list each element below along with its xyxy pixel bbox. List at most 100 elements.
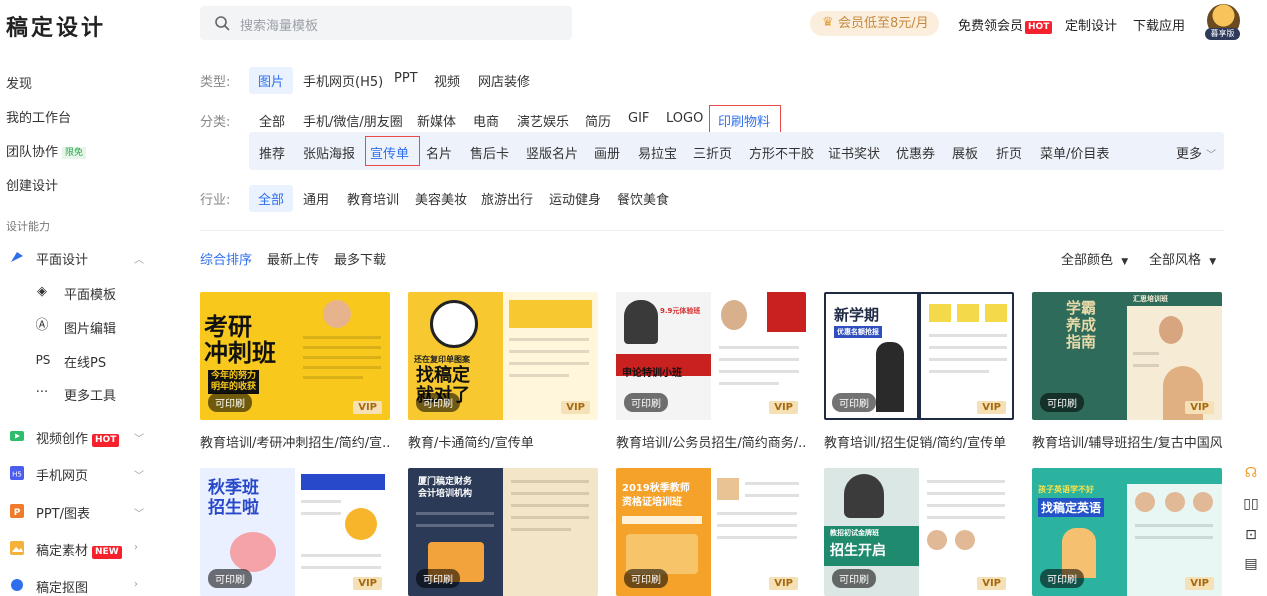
template-card[interactable]: 2019秋季教师 资格证培训班 可印刷 VIP (616, 468, 806, 596)
template-card[interactable]: 厦门稿定财务 会计培训机构 可印刷 (408, 468, 598, 596)
chat-icon[interactable]: ▤ (1238, 551, 1264, 577)
category-option[interactable]: 简历 (585, 111, 611, 130)
category-option[interactable]: 全部 (259, 111, 285, 130)
printable-badge: 可印刷 (208, 569, 252, 588)
industry-option[interactable]: 教育培训 (347, 189, 399, 208)
ppt-icon: P (10, 504, 24, 518)
subcategory-option[interactable]: 证书奖状 (828, 143, 880, 162)
template-title[interactable]: 教育培训/辅导班招生/复古中国风... (1032, 432, 1222, 451)
subcategory-option[interactable]: 名片 (426, 143, 452, 162)
printable-badge: 可印刷 (1040, 569, 1084, 588)
subcategory-option[interactable]: 竖版名片 (526, 143, 578, 162)
card-subline: 汇思培训班 (1133, 295, 1168, 303)
template-card[interactable]: 考研 冲刺班 今年的努力 明年的收获 可印刷 VIP (200, 292, 390, 420)
subcategory-option[interactable]: 画册 (594, 143, 620, 162)
sidebar-section-title: 设计能力 (6, 220, 50, 233)
industry-option[interactable]: 通用 (303, 189, 329, 208)
sidebar-item-team[interactable]: 团队协作 限免 (6, 141, 87, 160)
subcategory-option[interactable]: 方形不干胶 (749, 143, 814, 162)
industry-option[interactable]: 旅游出行 (481, 189, 533, 208)
template-card[interactable]: 学霸 养成 指南 汇思培训班 可印刷 VIP (1032, 292, 1222, 420)
assets-icon (10, 541, 24, 555)
search-bar[interactable]: 搜索海量模板 (200, 6, 572, 40)
book-icon[interactable]: ▯▯ (1238, 491, 1264, 517)
category-option[interactable]: LOGO (666, 111, 703, 126)
template-card[interactable]: 孩子英语学不好 找稿定英语 可印刷 VIP (1032, 468, 1222, 596)
template-card[interactable]: 9.9元体验班 申论特训小班 可印刷 VIP (616, 292, 806, 420)
card-headline: 2019秋季教师 资格证培训班 (622, 483, 690, 508)
subcategory-option[interactable]: 易拉宝 (638, 143, 677, 162)
industry-option[interactable]: 运动健身 (549, 189, 601, 208)
type-option-shop[interactable]: 网店装修 (478, 71, 530, 90)
type-option-video[interactable]: 视频 (434, 71, 460, 90)
template-title[interactable]: 教育培训/招生促销/简约/宣传单 (824, 432, 1014, 451)
sidebar-item-discover[interactable]: 发现 (6, 73, 32, 92)
category-option[interactable]: 新媒体 (417, 111, 456, 130)
sidebar-item-create[interactable]: 创建设计 (6, 175, 58, 194)
feedback-icon[interactable]: ⊡ (1238, 522, 1264, 548)
vip-badge: VIP (1185, 401, 1214, 414)
vip-badge: VIP (353, 401, 382, 414)
cutout-icon (11, 579, 23, 591)
category-option[interactable]: 电商 (473, 111, 499, 130)
type-filter-label: 类型: (200, 75, 231, 90)
sub-label: 图片编辑 (64, 322, 117, 337)
subcategory-option[interactable]: 展板 (952, 143, 978, 162)
printable-badge: 可印刷 (832, 393, 876, 412)
sidebar-group-label: PPT/图表 (36, 507, 90, 522)
image-edit-icon: Ⓐ (35, 318, 49, 333)
subcategory-option[interactable]: 售后卡 (470, 143, 509, 162)
type-option-ppt[interactable]: PPT (394, 71, 418, 86)
industry-option-all[interactable]: 全部 (249, 185, 294, 212)
industry-option[interactable]: 餐饮美食 (617, 189, 669, 208)
chevron-right-icon: › (134, 579, 138, 590)
more-subcategories-button[interactable]: 更多 ﹀ (1176, 143, 1216, 162)
sort-newest[interactable]: 最新上传 (267, 249, 319, 268)
template-title[interactable]: 教育培训/公务员招生/简约商务/... (616, 432, 806, 451)
highlight-box (365, 136, 420, 166)
vip-badge: VIP (977, 577, 1006, 590)
subcategory-option[interactable]: 三折页 (693, 143, 732, 162)
subcategory-option[interactable]: 优惠券 (896, 143, 935, 162)
sort-most-downloaded[interactable]: 最多下载 (334, 249, 386, 268)
template-card[interactable]: 还在复印单图案 找稿定 就对了 可印刷 VIP (408, 292, 598, 420)
download-app-link[interactable]: 下载应用 (1133, 15, 1185, 34)
headset-icon[interactable]: ☊ (1238, 460, 1264, 486)
template-card[interactable]: 教招初试金牌班 招生开启 可印刷 VIP (824, 468, 1014, 596)
category-option[interactable]: GIF (628, 111, 649, 126)
type-option-h5[interactable]: 手机网页(H5) (303, 71, 383, 90)
avatar-tag: 暮享版 (1205, 28, 1240, 40)
subcategory-option[interactable]: 折页 (996, 143, 1022, 162)
logo[interactable]: 稿定设计 (6, 10, 106, 42)
card-subline: 今年的努力 明年的收获 (208, 370, 260, 394)
sidebar-group-label: 稿定素材 NEW (36, 540, 122, 559)
category-option[interactable]: 演艺娱乐 (517, 111, 569, 130)
color-filter-dropdown[interactable]: 全部颜色 ▼ (1061, 249, 1128, 268)
sort-composite[interactable]: 综合排序 (200, 249, 252, 268)
card-headline: 新学期 (834, 306, 880, 324)
template-card[interactable]: 秋季班 招生啦 可印刷 VIP (200, 468, 390, 596)
sidebar-group-assets-label: 稿定素材 (36, 544, 89, 559)
style-filter-dropdown[interactable]: 全部风格 ▼ (1149, 249, 1216, 268)
template-card[interactable]: 新学期 优惠名额抢报 可印刷 VIP (824, 292, 1014, 420)
template-title[interactable]: 教育/卡通简约/宣传单 (408, 432, 598, 451)
svg-text:P: P (14, 508, 21, 518)
subcategory-option[interactable]: 菜单/价目表 (1040, 143, 1109, 162)
vip-crown-icon: ♛ (822, 15, 834, 30)
subcategory-option[interactable]: 推荐 (259, 143, 285, 162)
category-option[interactable]: 手机/微信/朋友圈 (303, 111, 403, 130)
custom-design-link[interactable]: 定制设计 (1065, 15, 1117, 34)
hot-badge: HOT (1025, 21, 1053, 34)
sidebar-item-workspace[interactable]: 我的工作台 (6, 107, 71, 126)
template-title[interactable]: 教育培训/考研冲刺招生/简约/宣... (200, 432, 390, 451)
industry-option[interactable]: 美容美妆 (415, 189, 467, 208)
vip-promo-button[interactable]: ♛ 会员低至8元/月 (810, 11, 939, 36)
type-option-image[interactable]: 图片 (249, 67, 294, 94)
card-headline: 招生开启 (830, 543, 886, 559)
vip-badge: VIP (353, 577, 382, 590)
sidebar-group-video-label: 视频创作 (36, 432, 89, 447)
printable-badge: 可印刷 (416, 569, 460, 588)
vip-badge: VIP (561, 401, 590, 414)
free-vip-link[interactable]: 免费领会员 HOT (958, 15, 1053, 34)
subcategory-option[interactable]: 张贴海报 (303, 143, 355, 162)
